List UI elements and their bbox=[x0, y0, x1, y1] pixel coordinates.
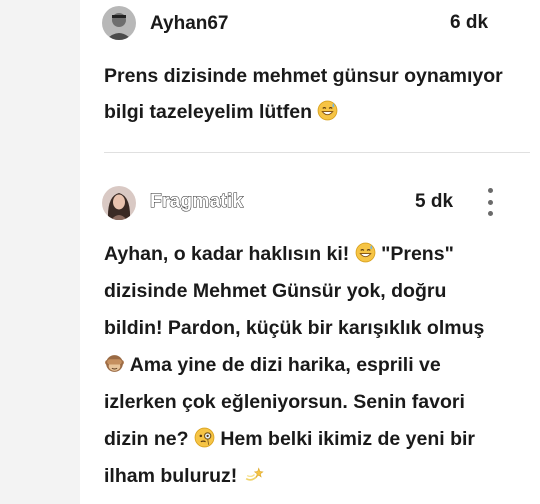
comment-line-text: ilham buluruz! bbox=[104, 465, 238, 487]
left-margin bbox=[0, 0, 80, 504]
comment-username[interactable]: Ayhan67 bbox=[150, 13, 229, 35]
comment-line: izlerken çok eğleniyorsun. Senin favori bbox=[104, 391, 465, 413]
dot bbox=[487, 211, 493, 216]
comment-line: dizisinde Mehmet Günsür yok, doğru bbox=[104, 280, 447, 302]
comment-line: bildin! Pardon, küçük bir karışıklık olm… bbox=[104, 317, 485, 339]
dot bbox=[487, 188, 493, 193]
comment-text: Prens dizisinde mehmet günsur oynamıyor … bbox=[104, 58, 504, 130]
avatar[interactable] bbox=[102, 6, 136, 40]
comment-line: dizin ne? Hem belki ikimiz de yeni bir bbox=[104, 421, 504, 458]
comment-timestamp: 5 dk bbox=[415, 191, 454, 212]
see-no-evil-monkey-emoji-icon bbox=[104, 353, 125, 374]
avatar[interactable] bbox=[102, 186, 136, 220]
comment-line-text: Ayhan, o kadar haklısın ki! bbox=[104, 243, 350, 265]
comment-line: bilgi tazeleyelim lütfen bbox=[104, 94, 504, 130]
grinning-sweat-emoji-icon bbox=[317, 100, 338, 121]
comment-line-text: Hem belki ikimiz de yeni bir bbox=[220, 428, 476, 450]
more-options-icon[interactable] bbox=[480, 188, 500, 216]
comment-line-text: Ama yine de dizi harika, esprili ve bbox=[129, 354, 441, 376]
comment-line-text: bilgi tazeleyelim lütfen bbox=[104, 101, 313, 123]
comment-header: Fragmatik 5 dk bbox=[80, 170, 520, 222]
comment-line-text: dizin ne? bbox=[104, 428, 189, 450]
comment-line: ilham buluruz! bbox=[104, 458, 504, 495]
comment-username[interactable]: Fragmatik bbox=[150, 191, 244, 213]
grinning-sweat-emoji-icon bbox=[355, 242, 376, 263]
dizzy-emoji-icon bbox=[243, 464, 264, 485]
face-with-monocle-emoji-icon bbox=[194, 427, 215, 448]
comment-line: Ama yine de dizi harika, esprili ve bbox=[104, 347, 504, 384]
comment-line: Ayhan, o kadar haklısın ki! "Prens" bbox=[104, 236, 504, 273]
comment-header: Ayhan67 6 dk bbox=[80, 0, 520, 52]
comment-divider bbox=[104, 152, 530, 153]
comment-item: Ayhan67 6 dk Prens dizisinde mehmet güns… bbox=[80, 0, 520, 123]
dot bbox=[487, 199, 493, 205]
comment-thread: Ayhan67 6 dk Prens dizisinde mehmet güns… bbox=[0, 0, 540, 504]
comment-text: Ayhan, o kadar haklısın ki! "Prens" dizi… bbox=[104, 236, 504, 495]
comment-timestamp: 6 dk bbox=[450, 12, 489, 33]
comment-item: Fragmatik 5 dk Ayhan, o kadar haklısın k… bbox=[80, 170, 520, 487]
comment-line-text: "Prens" bbox=[381, 243, 454, 265]
comment-line: Prens dizisinde mehmet günsur oynamıyor bbox=[104, 65, 503, 87]
